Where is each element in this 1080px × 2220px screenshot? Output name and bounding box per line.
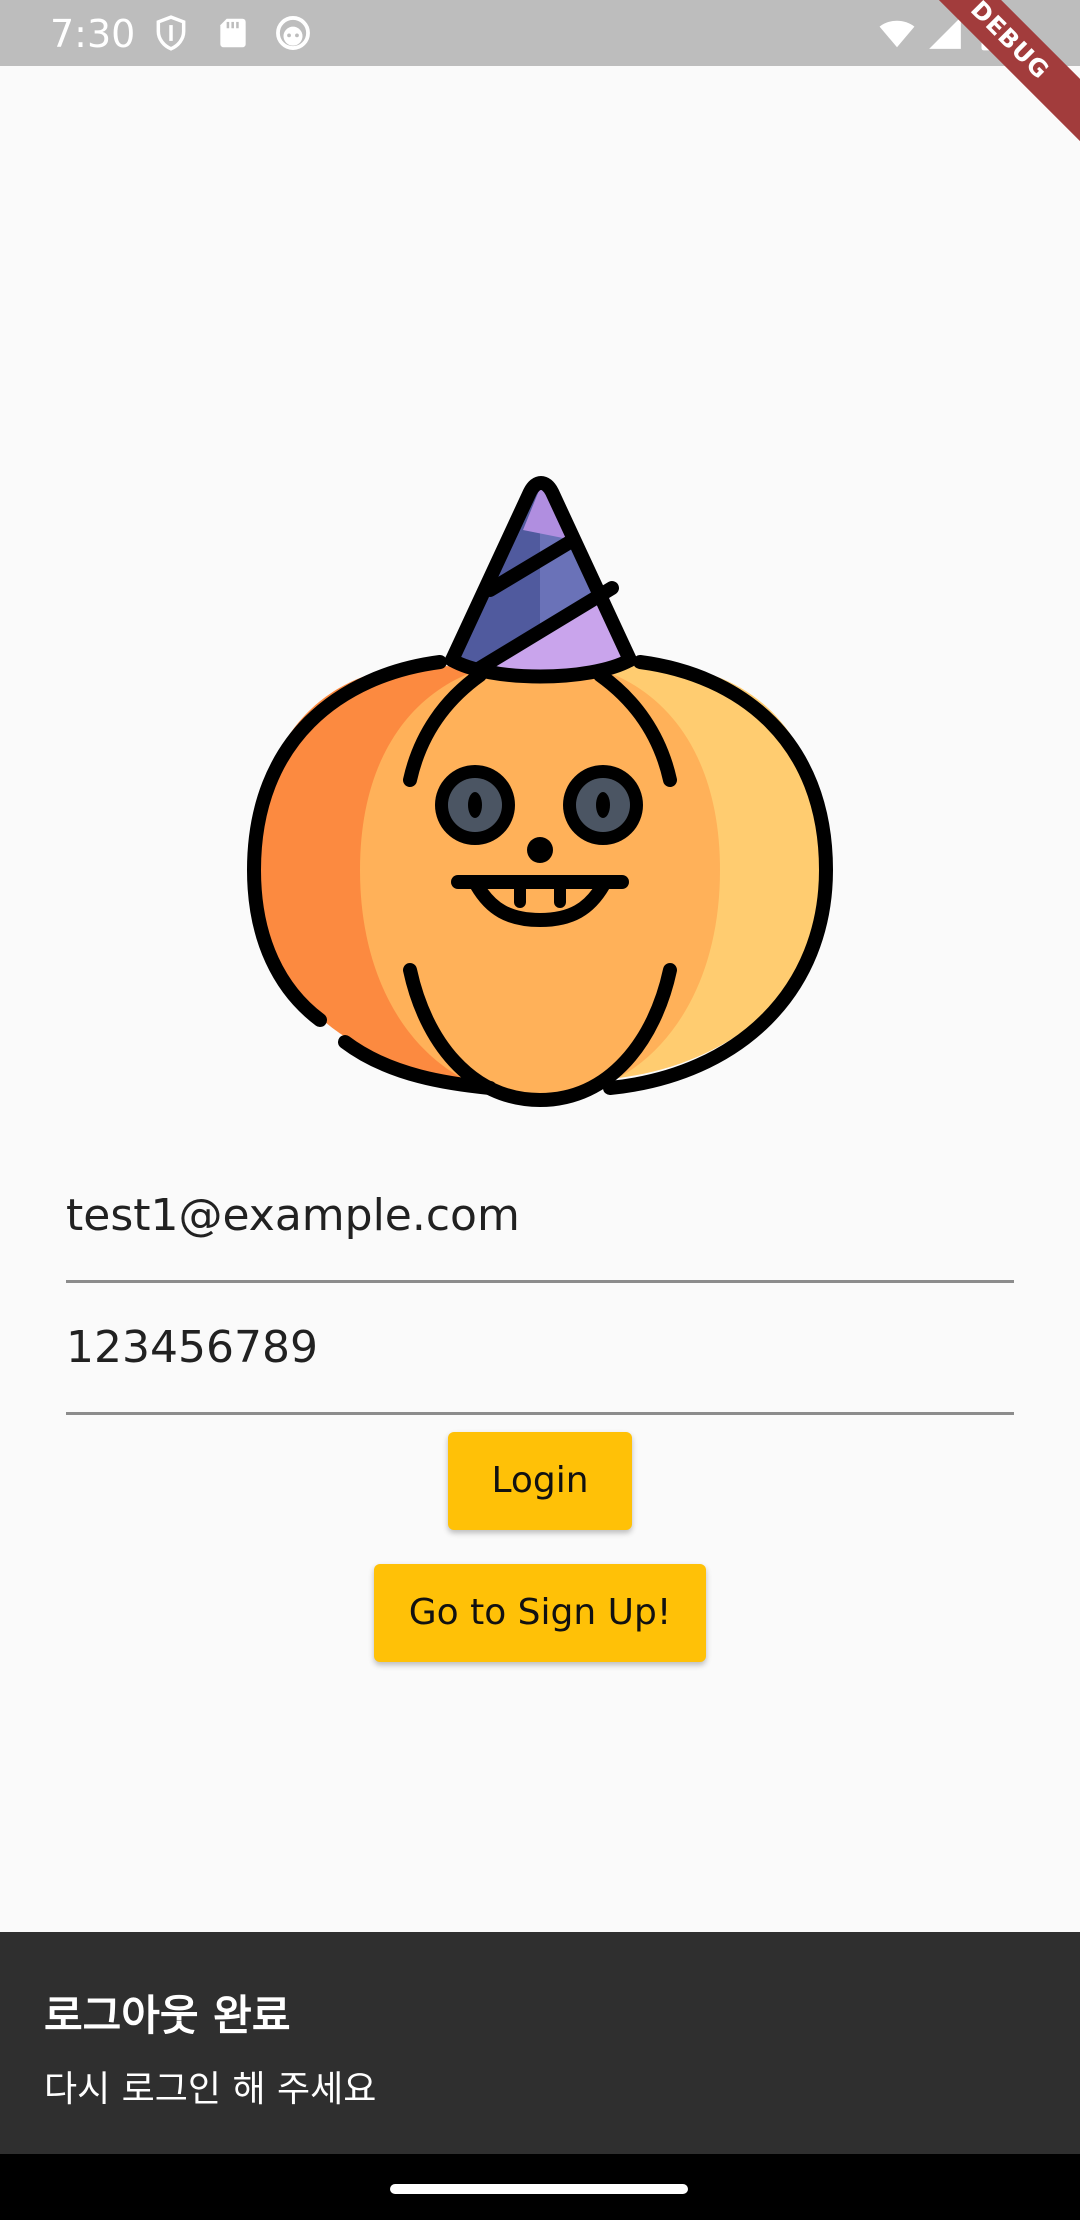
go-to-sign-up-button[interactable]: Go to Sign Up!	[374, 1564, 706, 1662]
status-bar: 7:30	[0, 0, 1080, 66]
login-button[interactable]: Login	[448, 1432, 632, 1530]
pumpkin-party-hat-icon	[240, 470, 840, 1110]
email-value: test1@example.com	[66, 1190, 520, 1241]
android-face-icon	[274, 14, 312, 52]
navigation-bar	[0, 2154, 1080, 2220]
wifi-icon	[878, 14, 916, 52]
sd-card-icon	[214, 14, 252, 52]
snackbar-message: 다시 로그인 해 주세요	[44, 2069, 377, 2110]
password-value: 123456789	[66, 1322, 318, 1373]
logout-snackbar: 로그아웃 완료 다시 로그인 해 주세요	[0, 1932, 1080, 2154]
login-screen: 7:30 DEBUG test1@example.com 123456789 L…	[0, 0, 1080, 2220]
shield-icon	[152, 14, 190, 52]
snackbar-title: 로그아웃 완료	[44, 1991, 291, 2040]
home-gesture-handle[interactable]	[390, 2184, 688, 2194]
password-field[interactable]: 123456789	[66, 1312, 1014, 1415]
status-time: 7:30	[50, 12, 136, 56]
email-field[interactable]: test1@example.com	[66, 1180, 1014, 1283]
